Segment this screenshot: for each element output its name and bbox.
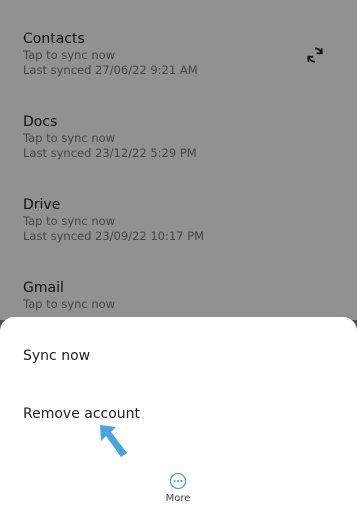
arrow-pointer-icon [100,425,127,457]
remove-account-button[interactable]: Remove account [23,406,140,422]
bottom-sheet: Sync now Remove account More [0,317,357,512]
sync-now-button[interactable]: Sync now [23,348,90,364]
more-horizontal-icon [169,472,187,490]
more-label: More [165,493,191,504]
more-button[interactable]: More [150,472,206,504]
